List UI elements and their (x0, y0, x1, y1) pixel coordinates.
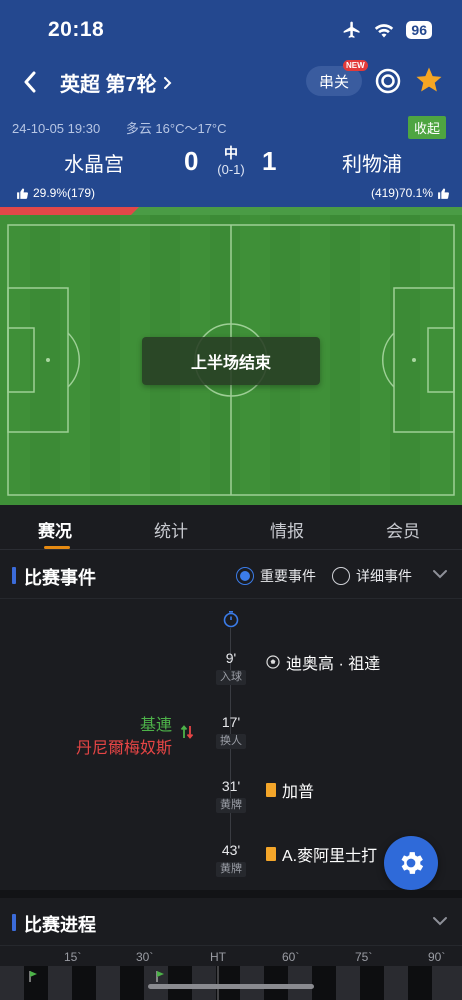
event-player: 加普 (282, 784, 315, 801)
match-header: 20:18 96 英超 第7轮 串关 NEW 24-10-05 19:30 多云… (0, 0, 462, 214)
progress-section-header: 比赛进程 (0, 898, 462, 946)
timeline-ticks: 15` 30` HT 60` 75` 90` (0, 948, 462, 966)
new-badge: NEW (343, 60, 368, 71)
nav-bar: 英超 第7轮 串关 NEW (0, 60, 462, 102)
airplane-icon (344, 21, 360, 38)
section-marker (12, 567, 16, 584)
status-icons: 96 (342, 20, 432, 40)
match-weather: 多云 16°C～17°C (125, 121, 227, 136)
win-probability-bar (0, 207, 462, 215)
events-section-header: 比赛事件 重要事件 详细事件 (0, 551, 462, 599)
tick-label: HT (210, 950, 226, 964)
tab-indicator (44, 546, 70, 549)
event-player: 迪奥高 · 祖達 (286, 656, 381, 673)
pitch-view: 上半场结束 (0, 215, 462, 505)
thumbs-up-icon (17, 188, 28, 199)
sub-player-in[interactable]: 基連 (140, 711, 172, 735)
chevron-down-icon[interactable] (432, 916, 448, 926)
target-icon[interactable] (374, 67, 402, 95)
tick-label: 60` (282, 950, 300, 964)
pitch-status-banner: 上半场结束 (142, 337, 320, 385)
event-minute: 43' (221, 842, 241, 858)
event-minute: 31' (221, 778, 241, 794)
event-tag: 黄牌 (216, 862, 246, 877)
tick-label: 75` (355, 950, 373, 964)
match-progress-timeline: 15` 30` HT 60` 75` 90` (0, 948, 462, 1000)
wifi-icon (375, 24, 394, 38)
tab-live[interactable]: 赛况 (38, 517, 72, 542)
events-section-title: 比赛事件 (24, 568, 96, 588)
tick-label: 15` (64, 950, 82, 964)
league-round-label: 英超 第7轮 (60, 74, 157, 96)
status-time: 20:18 (48, 18, 105, 41)
away-vote-label: (419)70.1% (370, 186, 433, 200)
stopwatch-icon (223, 610, 239, 628)
important-events-radio[interactable] (236, 567, 254, 585)
event-minute: 17' (221, 714, 241, 730)
detailed-events-radio[interactable] (332, 567, 350, 585)
event-player: A.麥阿里士打 (282, 848, 378, 865)
thumbs-up-icon (438, 188, 449, 199)
status-bar: 20:18 96 (0, 0, 462, 56)
chevron-down-icon[interactable] (432, 569, 448, 579)
league-round-button[interactable]: 英超 第7轮 (60, 68, 172, 97)
tab-bar: 赛况 统计 情报 会员 (0, 505, 462, 550)
section-marker (12, 914, 16, 931)
away-team-name[interactable]: 利物浦 (342, 148, 402, 177)
chevron-right-icon (163, 76, 172, 89)
sub-player-out[interactable]: 丹尼爾梅奴斯 (76, 734, 172, 758)
yellow-card-icon (266, 783, 276, 797)
settings-fab[interactable] (384, 836, 438, 890)
event-yellow-card[interactable]: A.麥阿里士打 (266, 842, 377, 866)
event-tag: 换人 (216, 734, 246, 749)
tab-stats[interactable]: 统计 (154, 517, 188, 542)
home-score: 0 (184, 146, 199, 176)
collapse-button[interactable]: 收起 (407, 116, 446, 139)
event-tag: 入球 (216, 670, 246, 685)
gear-icon (401, 852, 424, 874)
home-vote-label: 29.9%(179) (33, 186, 96, 200)
detailed-events-label[interactable]: 详细事件 (356, 566, 412, 586)
half-time-score: (0-1) (217, 162, 245, 177)
tab-info[interactable]: 情报 (270, 517, 304, 542)
match-meta: 24-10-05 19:30 多云 16°C～17°C (12, 118, 227, 137)
battery-level: 96 (406, 21, 432, 39)
progress-section-title: 比赛进程 (24, 915, 96, 935)
important-events-label[interactable]: 重要事件 (260, 566, 316, 586)
football-icon (266, 655, 280, 669)
match-status: 中 (224, 145, 238, 161)
back-button[interactable] (14, 64, 46, 100)
home-probability-fill (0, 207, 139, 215)
tick-label: 90` (428, 950, 446, 964)
pitch-status-text: 上半场结束 (190, 355, 271, 372)
event-filter: 重要事件 详细事件 (236, 566, 412, 586)
chevron-left-icon (24, 71, 36, 93)
away-score: 1 (262, 146, 277, 176)
event-minute: 9' (225, 650, 237, 666)
home-team-name[interactable]: 水晶宫 (64, 148, 124, 177)
away-vote[interactable]: (419)70.1% (371, 186, 450, 200)
event-yellow-card[interactable]: 加普 (266, 778, 314, 802)
home-vote[interactable]: 29.9%(179) (16, 186, 95, 200)
yellow-card-icon (266, 847, 276, 861)
event-goal[interactable]: 迪奥高 · 祖達 (266, 650, 380, 674)
favorite-star-icon[interactable] (414, 65, 444, 95)
section-divider (0, 890, 462, 898)
tab-member[interactable]: 会员 (386, 517, 420, 542)
tick-label: 30` (136, 950, 154, 964)
home-indicator (148, 984, 314, 989)
event-tag: 黄牌 (216, 798, 246, 813)
match-datetime: 24-10-05 19:30 (12, 121, 101, 136)
app-root: 20:18 96 英超 第7轮 串关 NEW 24-10-05 19:30 多云… (0, 0, 462, 1000)
timeline-strip (0, 966, 462, 1000)
substitution-icon (180, 725, 194, 739)
